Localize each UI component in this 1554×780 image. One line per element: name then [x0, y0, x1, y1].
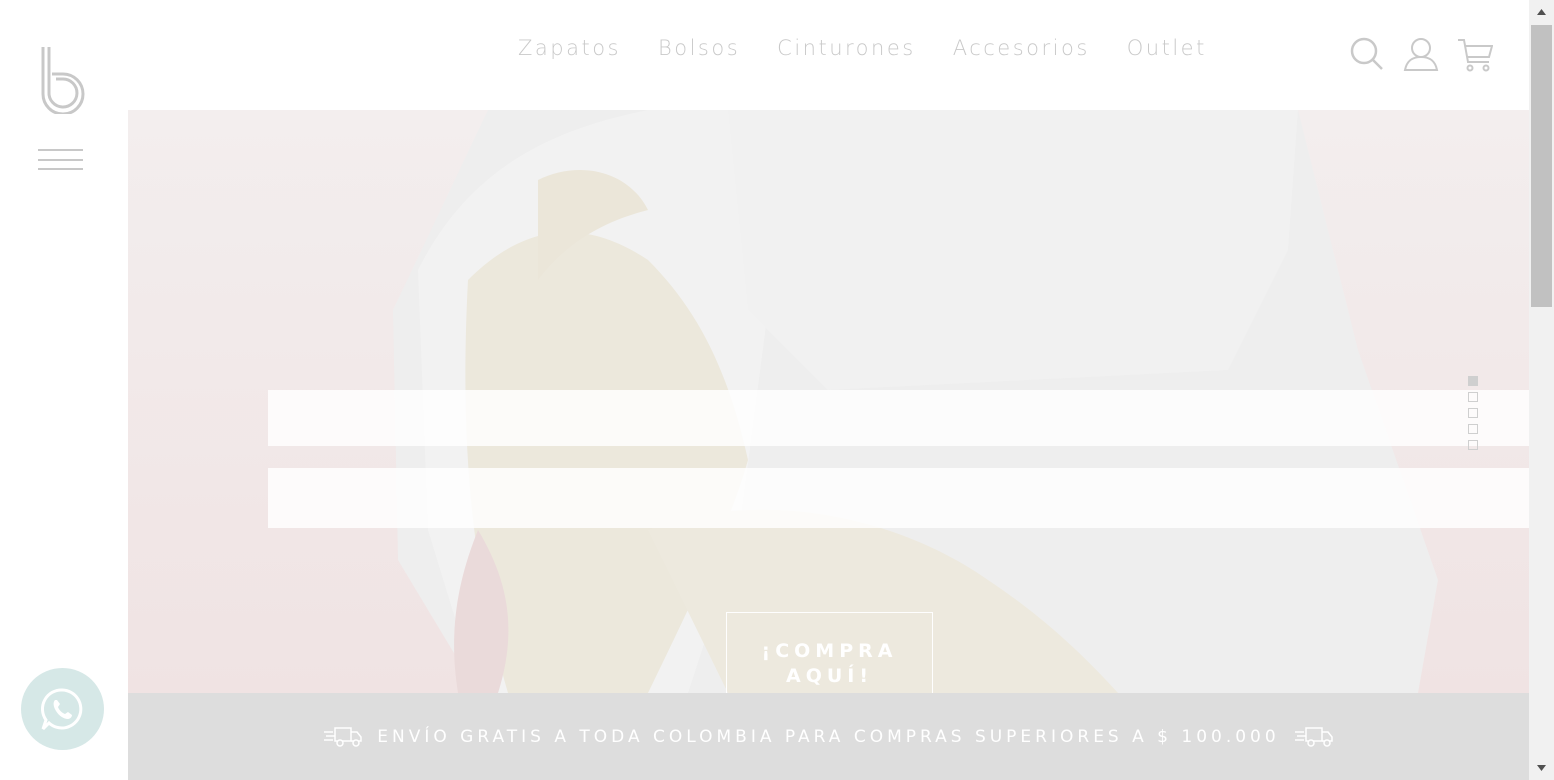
cta-label-line2: AQUÍ!: [785, 665, 874, 687]
brand-logo[interactable]: [38, 44, 88, 116]
whatsapp-button[interactable]: [21, 668, 104, 750]
slide-dot-5[interactable]: [1468, 440, 1478, 450]
cta-label-line1: ¡COMPRA: [761, 640, 898, 662]
shipping-text: ENVÍO GRATIS A TODA COLOMBIA PARA COMPRA…: [377, 726, 1280, 747]
slide-dot-3[interactable]: [1468, 408, 1478, 418]
scroll-up-arrow[interactable]: [1529, 0, 1554, 24]
menu-line: [38, 168, 83, 170]
slide-dot-1[interactable]: [1468, 376, 1478, 386]
truck-icon: [324, 726, 363, 747]
top-navigation: Zapatos Bolsos Cinturones Accesorios Out…: [128, 0, 1529, 110]
hamburger-menu-button[interactable]: [38, 149, 83, 171]
whatsapp-icon: [41, 688, 83, 731]
banner-strip: [268, 390, 1529, 446]
nav-link-accesorios[interactable]: Accesorios: [953, 36, 1090, 60]
user-icon: [1403, 38, 1439, 71]
nav-link-bolsos[interactable]: Bolsos: [658, 36, 740, 60]
search-button[interactable]: [1349, 34, 1385, 74]
truck-icon: [1294, 726, 1333, 747]
menu-line: [38, 149, 83, 151]
shop-now-button[interactable]: ¡COMPRA AQUÍ!: [726, 612, 933, 693]
search-icon: [1350, 37, 1383, 70]
sidebar: [0, 0, 128, 780]
header-icons: [1349, 34, 1494, 74]
nav-link-cinturones[interactable]: Cinturones: [777, 36, 916, 60]
slide-dot-4[interactable]: [1468, 424, 1478, 434]
slide-dot-2[interactable]: [1468, 392, 1478, 402]
slider-pagination: [1468, 376, 1478, 450]
vertical-scrollbar[interactable]: [1529, 0, 1554, 780]
arrow-down-icon: [1537, 765, 1546, 771]
cart-icon: [1458, 39, 1494, 72]
account-button[interactable]: [1403, 34, 1439, 74]
nav-link-outlet[interactable]: Outlet: [1127, 36, 1207, 60]
menu-line: [38, 159, 83, 161]
hero-banner: ¡COMPRA AQUÍ!: [128, 110, 1529, 693]
cart-button[interactable]: [1457, 34, 1494, 74]
scroll-down-arrow[interactable]: [1529, 756, 1554, 780]
b-logo-icon: [41, 47, 85, 116]
arrow-up-icon: [1537, 9, 1546, 15]
main-menu: Zapatos Bolsos Cinturones Accesorios Out…: [518, 36, 1244, 60]
nav-link-zapatos[interactable]: Zapatos: [518, 36, 621, 60]
shipping-banner: ENVÍO GRATIS A TODA COLOMBIA PARA COMPRA…: [128, 693, 1529, 780]
banner-strip: [268, 468, 1529, 528]
scroll-thumb[interactable]: [1531, 25, 1552, 307]
